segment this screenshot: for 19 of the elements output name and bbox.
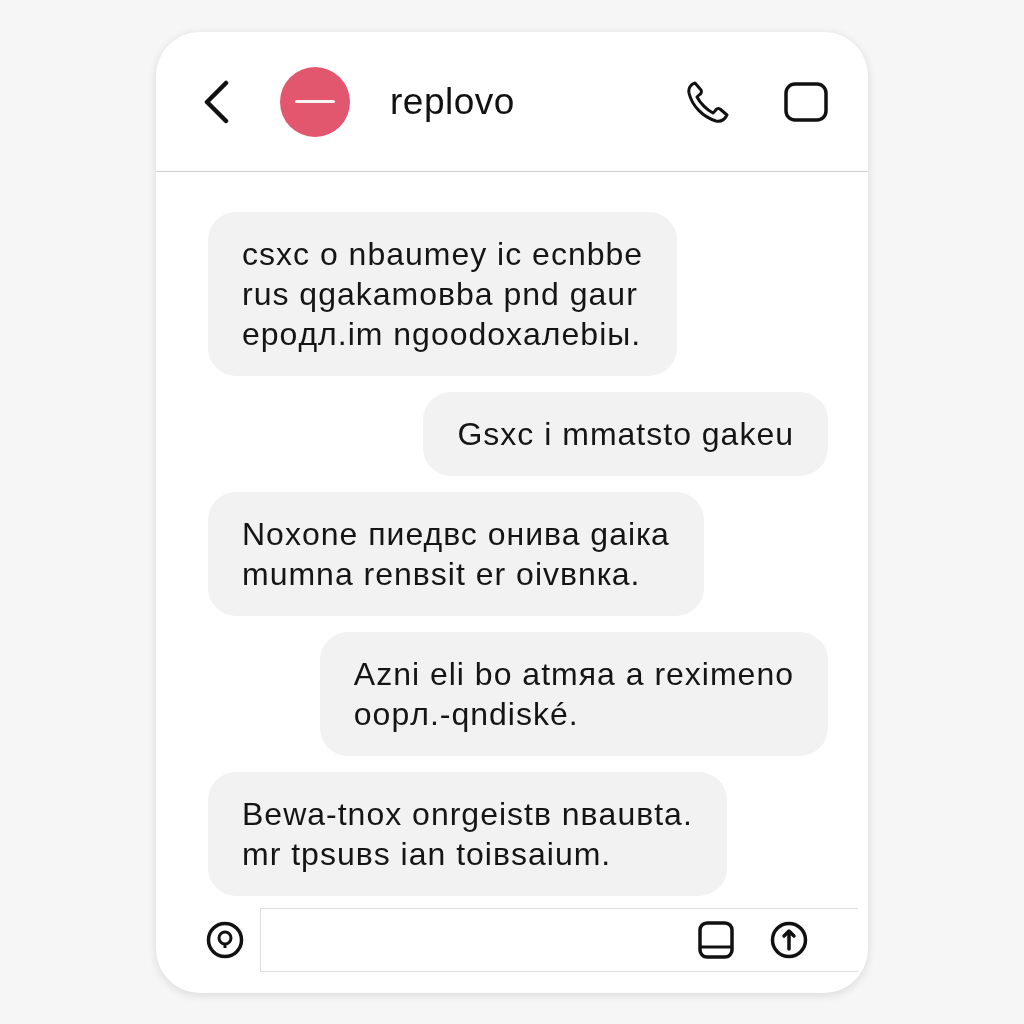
message-bubble: csxc o nbaumey ic ecnbbe rus qgakamoвba pnd gaur epoдл.im ngoodoxaлebiы. — [208, 212, 678, 376]
attach-button[interactable] — [206, 921, 244, 959]
sticker-button[interactable] — [698, 921, 734, 959]
message-bubble: Bewa-tnox onrgeistв nвauвta. mr tpsuвs ian toiвsaium. — [208, 772, 727, 896]
phone-icon — [686, 79, 730, 124]
video-button[interactable] — [784, 81, 828, 122]
back-icon — [202, 79, 230, 124]
ring-icon — [206, 921, 244, 959]
send-button[interactable] — [770, 921, 808, 959]
contact-name: replovo — [390, 83, 515, 120]
message-bubble: Azni eli bo atmяa a reximeno oopл.-qndiské. — [319, 632, 828, 756]
square-icon — [784, 81, 828, 122]
message-field[interactable] — [260, 908, 858, 972]
message-bubble: Gsxc i mmatsto gakeu — [423, 392, 828, 476]
avatar — [280, 66, 350, 137]
message-bubble: Noxone пиедвс онива gaiкa mumna renвsit er oivвnкa. — [208, 492, 704, 616]
call-button[interactable] — [686, 79, 730, 124]
arrow-up-circle-icon — [770, 921, 808, 959]
box-icon — [698, 921, 734, 959]
